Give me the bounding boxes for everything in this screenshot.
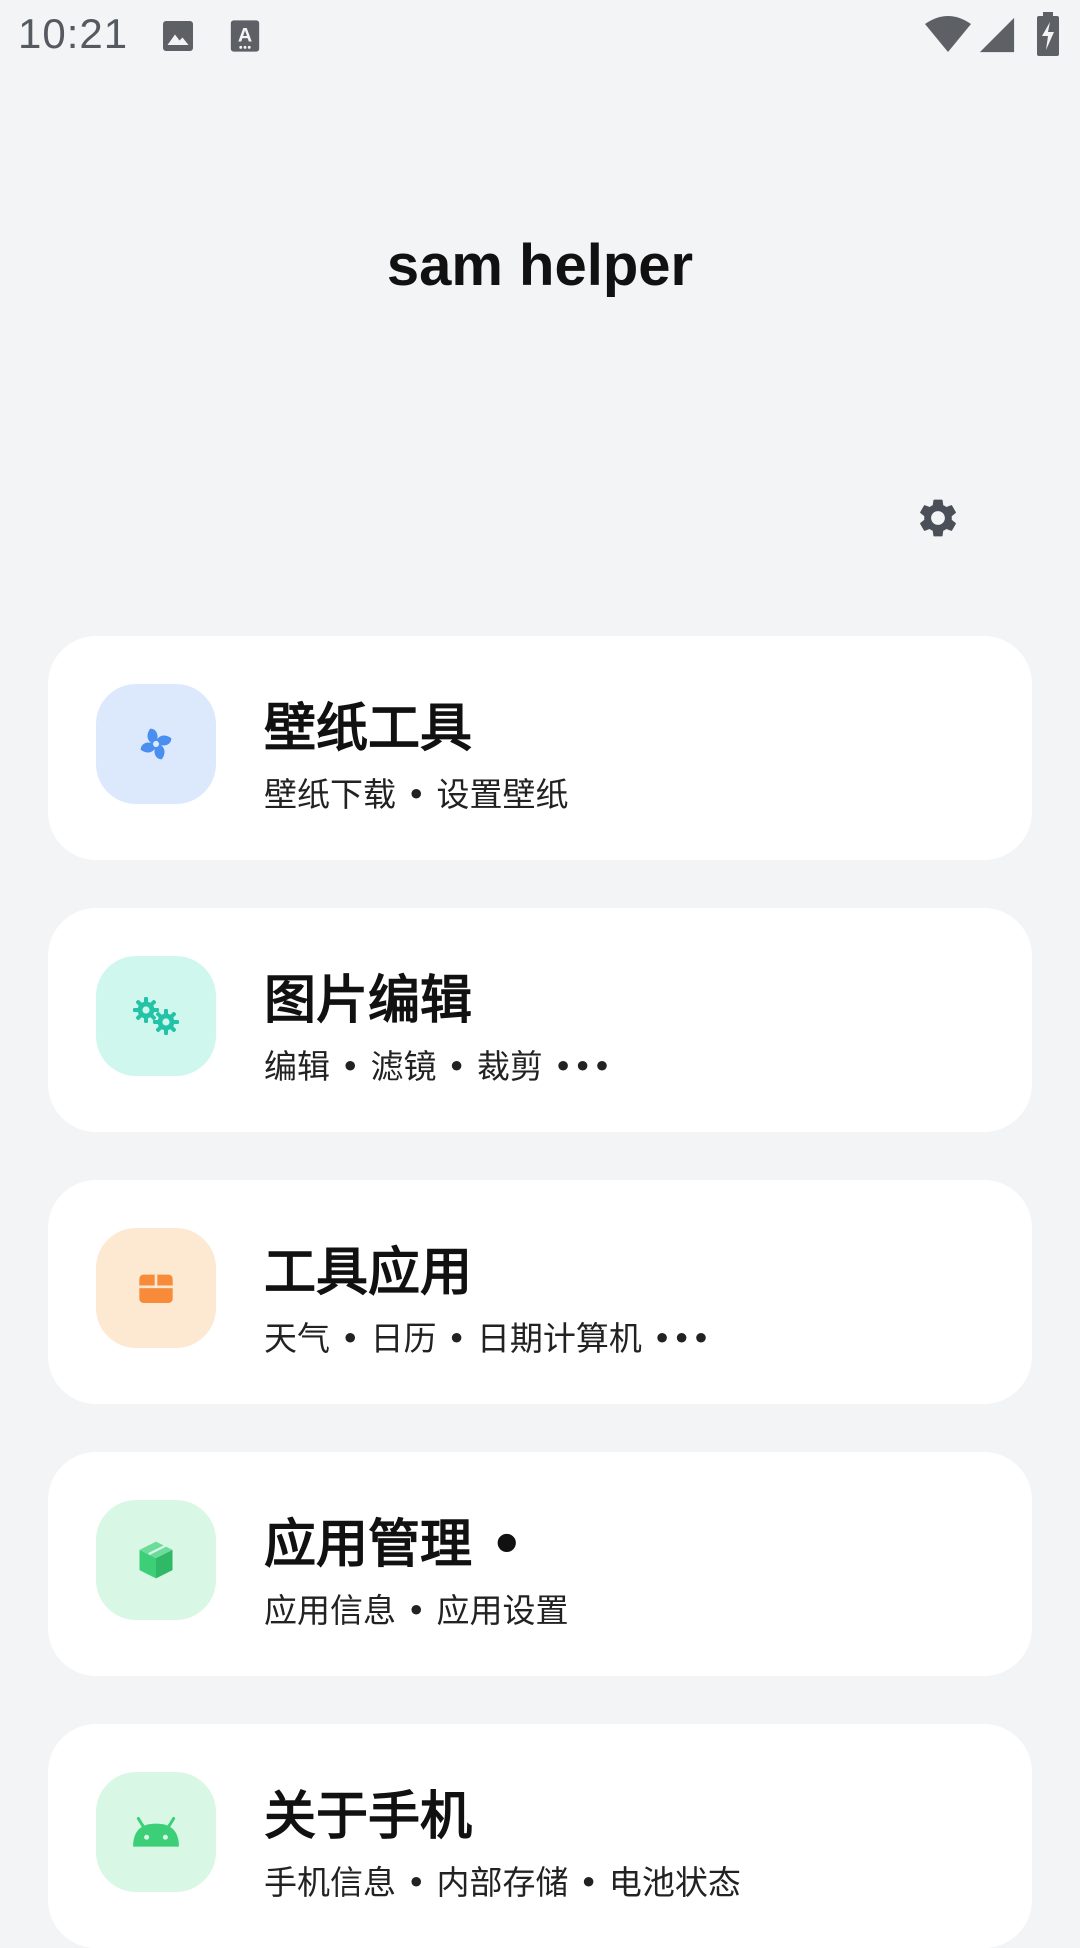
- card-image-edit[interactable]: 图片编辑 编辑 • 滤镜 • 裁剪 •••: [48, 908, 1032, 1132]
- card-subtitle: 编辑 • 滤镜 • 裁剪 •••: [264, 1047, 612, 1086]
- card-title: 图片编辑: [264, 971, 473, 1031]
- card-icon-box: [96, 1500, 216, 1620]
- card-subtitle: 应用信息 • 应用设置: [264, 1591, 569, 1630]
- card-subtitle: 天气 • 日历 • 日期计算机 •••: [264, 1319, 711, 1358]
- card-icon-box: [96, 684, 216, 804]
- card-icon-box: [96, 1772, 216, 1892]
- toolbox-icon: [139, 1274, 173, 1303]
- wifi-icon: [925, 16, 971, 52]
- card-title: 工具应用: [264, 1243, 473, 1303]
- gears-icon: [133, 997, 179, 1035]
- card-tool-apps[interactable]: 工具应用 天气 • 日历 • 日期计算机 •••: [48, 1180, 1032, 1404]
- card-subtitle: 壁纸下载 • 设置壁纸: [264, 775, 569, 814]
- card-subtitle: 手机信息 • 内部存储 • 电池状态: [264, 1863, 741, 1902]
- gear-icon: [920, 499, 956, 537]
- text-a-icon: A: [230, 20, 260, 52]
- card-icon-box: [96, 1228, 216, 1348]
- card-title: 应用管理 •: [264, 1515, 524, 1575]
- status-bar: 10:21 A: [0, 0, 1080, 72]
- app-title: sam helper: [386, 233, 694, 298]
- settings-button[interactable]: [908, 488, 968, 548]
- image-icon: [163, 21, 193, 51]
- card-title: 壁纸工具: [264, 699, 473, 759]
- card-about-phone[interactable]: 关于手机 手机信息 • 内部存储 • 电池状态: [48, 1724, 1032, 1948]
- svg-text:A: A: [238, 25, 252, 47]
- cube-icon: [139, 1541, 173, 1579]
- android-icon: [133, 1817, 179, 1847]
- battery-charging-icon: [1037, 12, 1059, 56]
- card-title: 关于手机: [264, 1787, 473, 1847]
- pinwheel-icon: [140, 728, 172, 760]
- cell-signal-icon: [979, 17, 1015, 53]
- card-app-management[interactable]: 应用管理 • 应用信息 • 应用设置: [48, 1452, 1032, 1676]
- card-icon-box: [96, 956, 216, 1076]
- status-time: 10:21: [18, 10, 129, 57]
- card-wallpaper-tools[interactable]: 壁纸工具 壁纸下载 • 设置壁纸: [48, 636, 1032, 860]
